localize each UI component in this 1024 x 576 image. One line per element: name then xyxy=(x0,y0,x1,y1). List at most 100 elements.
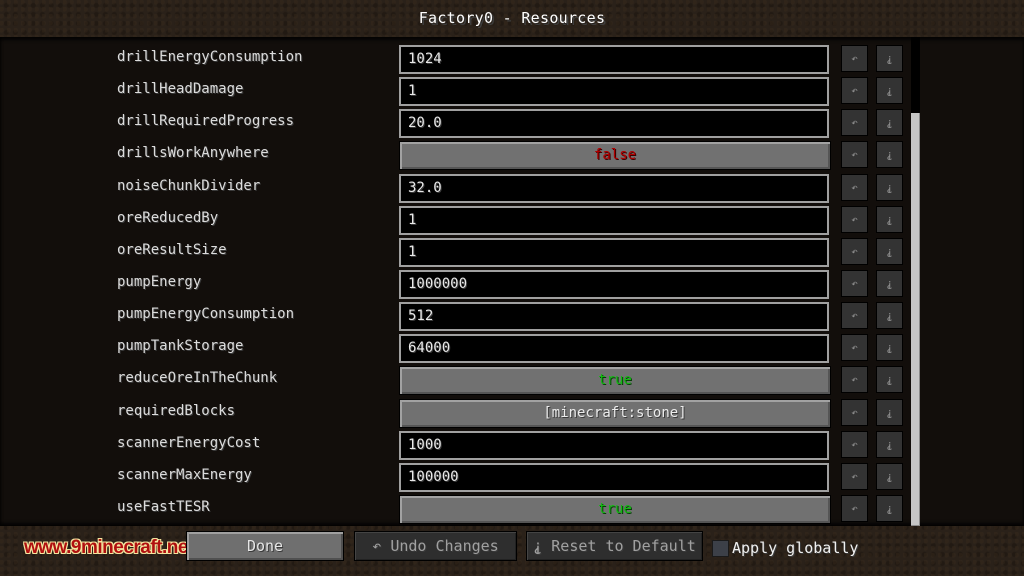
watermark: www.9minecraft.net xyxy=(24,537,194,558)
input-value: 1000 xyxy=(408,437,442,453)
config-value-input[interactable]: 1 xyxy=(399,206,829,235)
reset-entry-button[interactable]: ⸘ xyxy=(876,238,903,265)
config-value-input[interactable]: 20.0 xyxy=(399,109,829,138)
input-value: 100000 xyxy=(408,469,459,485)
config-toggle-button[interactable]: true xyxy=(399,366,831,395)
reset-entry-button[interactable]: ⸘ xyxy=(876,174,903,201)
undo-entry-button[interactable]: ↶ xyxy=(841,45,868,72)
config-label: noiseChunkDivider xyxy=(117,178,261,194)
apply-globally-checkbox[interactable] xyxy=(712,540,729,557)
reset-entry-button[interactable]: ⸘ xyxy=(876,495,903,522)
config-value-input[interactable]: 1 xyxy=(399,238,829,267)
undo-arrow-icon: ↶ xyxy=(851,52,858,65)
done-button[interactable]: Done xyxy=(186,531,344,561)
reset-default-icon: ⸘ xyxy=(886,116,893,129)
config-value-input[interactable]: 512 xyxy=(399,302,829,331)
reset-entry-button[interactable]: ⸘ xyxy=(876,431,903,458)
input-value: 1 xyxy=(408,244,417,260)
input-value: 1 xyxy=(408,83,417,99)
reset-default-icon: ⸘ xyxy=(886,341,893,354)
reset-entry-button[interactable]: ⸘ xyxy=(876,141,903,168)
reset-entry-button[interactable]: ⸘ xyxy=(876,270,903,297)
input-value: 1024 xyxy=(408,51,442,67)
config-row-drillRequiredProgress: drillRequiredProgress 20.0 ↶ ⸘ xyxy=(0,109,1024,138)
config-label: oreResultSize xyxy=(117,242,227,258)
config-label: drillRequiredProgress xyxy=(117,113,295,129)
config-label: requiredBlocks xyxy=(117,403,236,419)
undo-arrow-icon: ↶ xyxy=(851,245,858,258)
config-row-pumpEnergyConsumption: pumpEnergyConsumption 512 ↶ ⸘ xyxy=(0,302,1024,331)
undo-entry-button[interactable]: ↶ xyxy=(841,141,868,168)
config-value-input[interactable]: 64000 xyxy=(399,334,829,363)
reset-entry-button[interactable]: ⸘ xyxy=(876,463,903,490)
input-value: 1000000 xyxy=(408,276,468,292)
reset-entry-button[interactable]: ⸘ xyxy=(876,302,903,329)
reset-default-icon: ⸘ xyxy=(886,84,893,97)
config-label: scannerEnergyCost xyxy=(117,435,261,451)
undo-entry-button[interactable]: ↶ xyxy=(841,174,868,201)
reset-entry-button[interactable]: ⸘ xyxy=(876,206,903,233)
config-value-input[interactable]: 1024 xyxy=(399,45,829,74)
undo-entry-button[interactable]: ↶ xyxy=(841,431,868,458)
reset-to-default-button[interactable]: ⸘ Reset to Default xyxy=(526,531,703,561)
reset-entry-button[interactable]: ⸘ xyxy=(876,77,903,104)
undo-arrow-icon: ↶ xyxy=(851,277,858,290)
reset-default-icon: ⸘ xyxy=(886,373,893,386)
config-row-useFastTESR: useFastTESR true ↶ ⸘ xyxy=(0,495,1024,524)
undo-arrow-icon: ↶ xyxy=(851,116,858,129)
config-row-reduceOreInTheChunk: reduceOreInTheChunk true ↶ ⸘ xyxy=(0,366,1024,395)
undo-entry-button[interactable]: ↶ xyxy=(841,366,868,393)
reset-entry-button[interactable]: ⸘ xyxy=(876,109,903,136)
reset-entry-button[interactable]: ⸘ xyxy=(876,399,903,426)
config-row-oreResultSize: oreResultSize 1 ↶ ⸘ xyxy=(0,238,1024,267)
undo-entry-button[interactable]: ↶ xyxy=(841,109,868,136)
reset-default-icon: ⸘ xyxy=(886,309,893,322)
reset-default-icon: ⸘ xyxy=(886,470,893,483)
reset-default-icon: ⸘ xyxy=(886,213,893,226)
undo-entry-button[interactable]: ↶ xyxy=(841,238,868,265)
config-value-input[interactable]: 1000000 xyxy=(399,270,829,299)
config-row-drillsWorkAnywhere: drillsWorkAnywhere false ↶ ⸘ xyxy=(0,141,1024,170)
undo-entry-button[interactable]: ↶ xyxy=(841,77,868,104)
reset-default-icon: ⸘ xyxy=(886,277,893,290)
input-value: 512 xyxy=(408,308,434,324)
config-list-button[interactable]: [minecraft:stone] xyxy=(399,399,831,428)
undo-entry-button[interactable]: ↶ xyxy=(841,270,868,297)
config-label: reduceOreInTheChunk xyxy=(117,370,278,386)
undo-arrow-icon: ↶ xyxy=(851,470,858,483)
undo-arrow-icon: ↶ xyxy=(851,502,858,515)
config-label: useFastTESR xyxy=(117,499,210,515)
reset-default-icon: ⸘ xyxy=(886,438,893,451)
config-toggle-button[interactable]: false xyxy=(399,141,831,170)
undo-entry-button[interactable]: ↶ xyxy=(841,463,868,490)
config-entry-list: drillEnergyConsumption 1024 ↶ ⸘ drillHeadDam… xyxy=(0,37,1024,526)
undo-arrow-icon: ↶ xyxy=(851,309,858,322)
undo-entry-button[interactable]: ↶ xyxy=(841,399,868,426)
reset-entry-button[interactable]: ⸘ xyxy=(876,366,903,393)
undo-entry-button[interactable]: ↶ xyxy=(841,495,868,522)
undo-arrow-icon: ↶ xyxy=(851,373,858,386)
config-value-input[interactable]: 32.0 xyxy=(399,174,829,203)
apply-globally-label: Apply globally xyxy=(732,539,859,557)
undo-entry-button[interactable]: ↶ xyxy=(841,302,868,329)
undo-changes-button[interactable]: ↶ Undo Changes xyxy=(354,531,517,561)
reset-entry-button[interactable]: ⸘ xyxy=(876,334,903,361)
reset-default-icon: ⸘ xyxy=(886,406,893,419)
reset-default-icon: ⸘ xyxy=(886,52,893,65)
screen-title: Factory0 - Resources xyxy=(418,9,606,27)
reset-entry-button[interactable]: ⸘ xyxy=(876,45,903,72)
input-value: 1 xyxy=(408,212,417,228)
config-value-input[interactable]: 1000 xyxy=(399,431,829,460)
button-value: true xyxy=(598,501,632,517)
reset-default-icon: ⸘ xyxy=(886,502,893,515)
undo-entry-button[interactable]: ↶ xyxy=(841,206,868,233)
undo-entry-button[interactable]: ↶ xyxy=(841,334,868,361)
config-row-scannerMaxEnergy: scannerMaxEnergy 100000 ↶ ⸘ xyxy=(0,463,1024,492)
config-row-scannerEnergyCost: scannerEnergyCost 1000 ↶ ⸘ xyxy=(0,431,1024,460)
config-row-noiseChunkDivider: noiseChunkDivider 32.0 ↶ ⸘ xyxy=(0,174,1024,203)
button-value: true xyxy=(598,372,632,388)
config-toggle-button[interactable]: true xyxy=(399,495,831,524)
config-value-input[interactable]: 1 xyxy=(399,77,829,106)
config-value-input[interactable]: 100000 xyxy=(399,463,829,492)
undo-arrow-icon: ↶ xyxy=(851,84,858,97)
